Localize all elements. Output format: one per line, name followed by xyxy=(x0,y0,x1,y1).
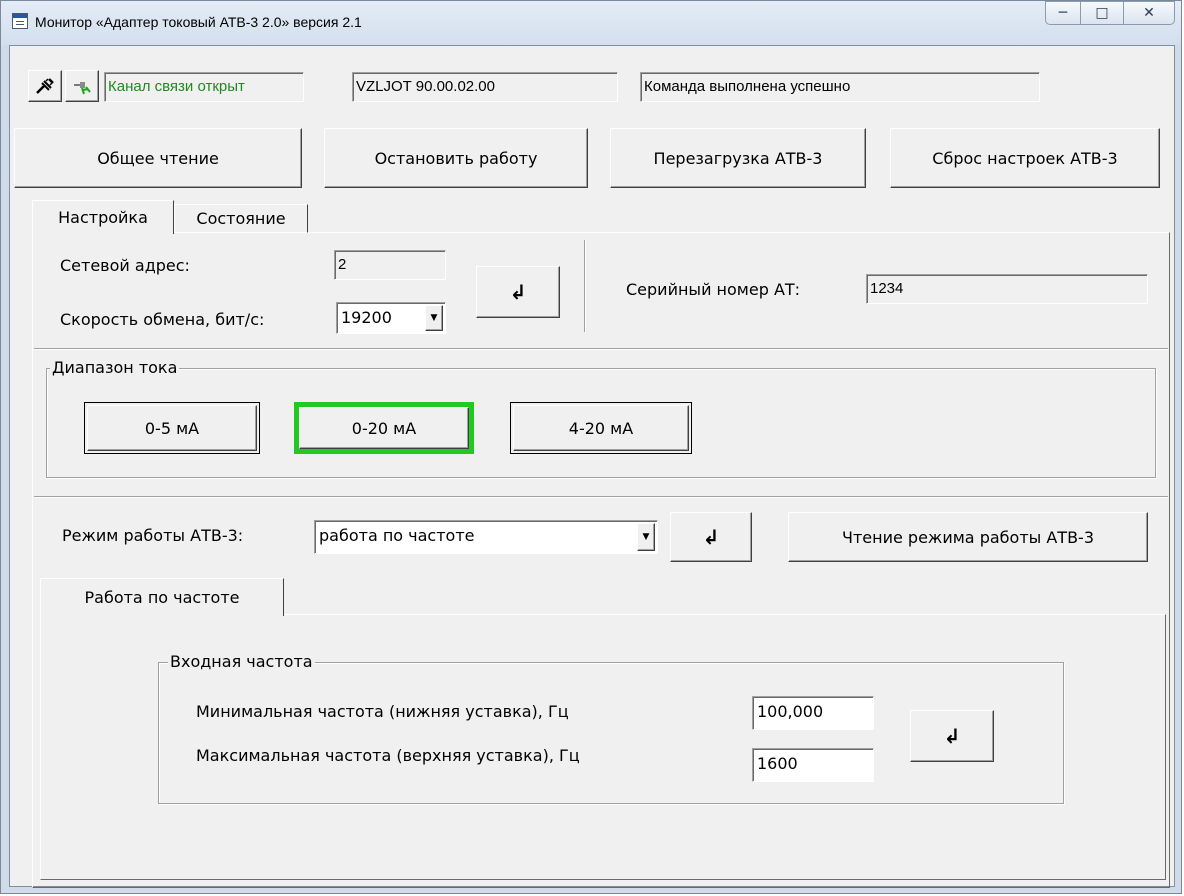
min-frequency-input[interactable]: 100,000 xyxy=(752,696,874,730)
apply-frequency-button[interactable]: ↲ xyxy=(910,710,994,762)
tab-settings[interactable]: Настройка xyxy=(32,200,174,234)
app-icon[interactable] xyxy=(12,13,28,29)
range-0-20-frame: 0-20 мА xyxy=(294,402,474,454)
maximize-icon: □ xyxy=(1095,5,1109,21)
minimize-button[interactable]: ─ xyxy=(1045,1,1081,25)
baud-rate-select[interactable]: 19200 ▼ xyxy=(336,302,446,334)
range-0-5-frame: 0-5 мА xyxy=(84,402,260,454)
status-message: Команда выполнена успешно xyxy=(640,72,1040,102)
mode-select[interactable]: работа по частоте ▼ xyxy=(314,520,658,554)
title-bar[interactable]: Монитор «Адаптер токовый АТВ-3 2.0» верс… xyxy=(1,1,1181,45)
max-frequency-input[interactable]: 1600 xyxy=(752,748,874,782)
range-0-20-button[interactable]: 0-20 мА xyxy=(299,407,469,449)
client-area: Канал связи открыт VZLJOT 90.00.02.00 Ко… xyxy=(9,45,1175,888)
network-address-label: Сетевой адрес: xyxy=(60,256,190,275)
read-mode-button[interactable]: Чтение режима работы АТВ-3 xyxy=(788,512,1148,562)
tab-state[interactable]: Состояние xyxy=(174,204,308,233)
max-frequency-label: Максимальная частота (верхняя уставка), … xyxy=(196,746,580,765)
settings-separator xyxy=(34,348,1168,350)
min-frequency-label: Минимальная частота (нижняя уставка), Гц xyxy=(196,702,569,721)
plug-connect-icon xyxy=(74,82,91,95)
range-0-5-button[interactable]: 0-5 мА xyxy=(87,405,257,451)
reset-settings-button[interactable]: Сброс настроек АТВ-3 xyxy=(890,128,1160,188)
device-version: VZLJOT 90.00.02.00 xyxy=(352,72,618,102)
apply-settings-button[interactable]: ↲ xyxy=(476,266,560,318)
enter-icon: ↲ xyxy=(943,724,961,748)
current-range-title: Диапазон тока xyxy=(50,358,180,377)
reboot-button[interactable]: Перезагрузка АТВ-3 xyxy=(610,128,866,188)
connection-status-text: Канал связи открыт xyxy=(108,78,245,95)
disconnect-button[interactable] xyxy=(28,70,62,102)
close-button[interactable]: ✕ xyxy=(1123,1,1175,25)
enter-icon: ↲ xyxy=(509,280,527,304)
stop-button[interactable]: Остановить работу xyxy=(324,128,588,188)
window-title: Монитор «Адаптер токовый АТВ-3 2.0» верс… xyxy=(35,14,362,30)
settings-divider xyxy=(584,240,586,332)
close-icon: ✕ xyxy=(1143,5,1155,21)
range-4-20-button[interactable]: 4-20 мА xyxy=(513,405,689,451)
plug-disconnect-icon xyxy=(36,78,54,94)
read-all-button[interactable]: Общее чтение xyxy=(14,128,302,188)
chevron-down-icon[interactable]: ▼ xyxy=(425,305,443,331)
connection-status: Канал связи открыт xyxy=(104,72,304,102)
baud-rate-label: Скорость обмена, бит/с: xyxy=(60,310,265,329)
enter-icon: ↲ xyxy=(702,525,720,549)
apply-mode-button[interactable]: ↲ xyxy=(670,512,752,562)
tab-frequency-mode[interactable]: Работа по частоте xyxy=(40,578,284,616)
range-separator xyxy=(34,496,1168,498)
input-frequency-title: Входная частота xyxy=(168,652,315,671)
chevron-down-icon[interactable]: ▼ xyxy=(637,523,655,551)
minimize-icon: ─ xyxy=(1058,5,1068,21)
maximize-button[interactable]: □ xyxy=(1080,1,1124,25)
network-address-field[interactable]: 2 xyxy=(334,250,446,280)
mode-label: Режим работы АТВ-3: xyxy=(62,526,244,545)
range-4-20-frame: 4-20 мА xyxy=(510,402,692,454)
baud-rate-value: 19200 xyxy=(341,308,392,327)
connect-button[interactable] xyxy=(65,70,99,102)
serial-number-field: 1234 xyxy=(866,274,1148,304)
mode-value: работа по частоте xyxy=(319,526,475,545)
app-window: Монитор «Адаптер токовый АТВ-3 2.0» верс… xyxy=(0,0,1182,894)
serial-number-label: Серийный номер АТ: xyxy=(626,280,801,299)
